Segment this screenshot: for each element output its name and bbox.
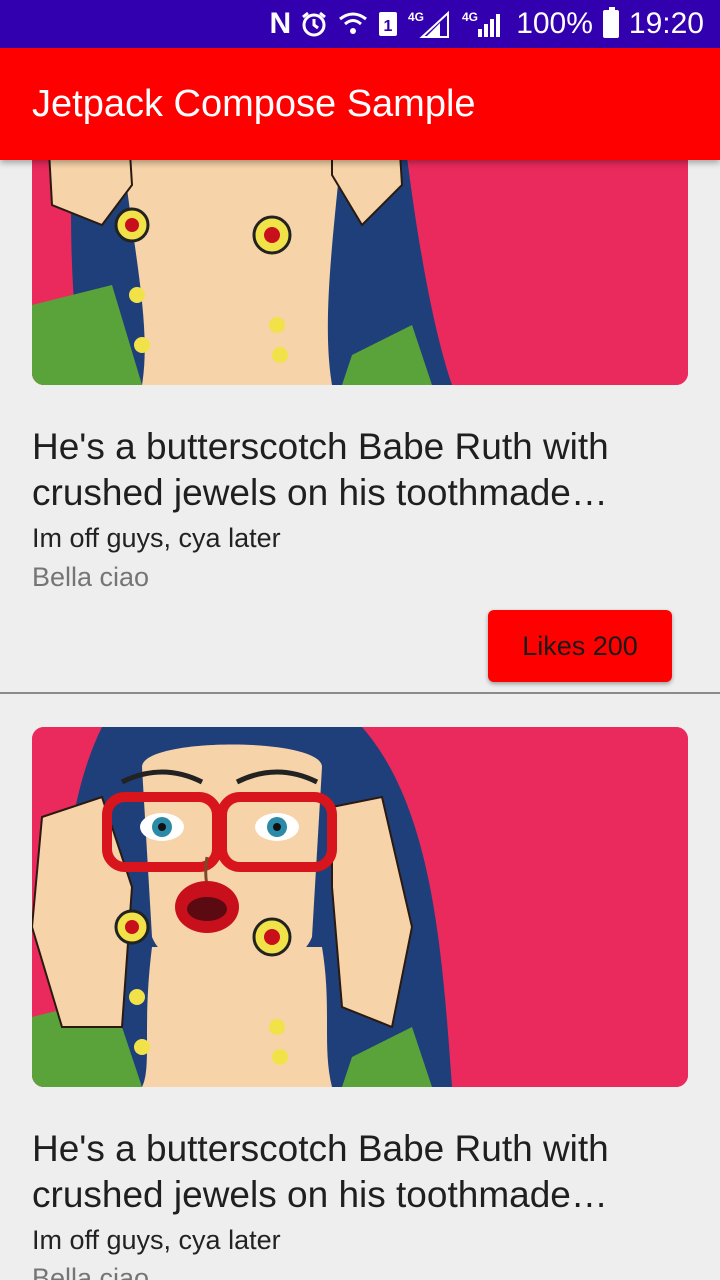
battery-percent: 100%	[516, 7, 593, 40]
alarm-icon	[300, 9, 328, 39]
post-title-line: He's a butterscotch Babe Ruth with	[32, 1128, 609, 1169]
svg-text:4G: 4G	[462, 10, 478, 24]
status-bar: N 1 4G 4G 100% 19:20	[0, 0, 720, 48]
app-title: Jetpack Compose Sample	[32, 82, 476, 125]
post-subtitle: Im off guys, cya later	[32, 1225, 281, 1255]
app-bar: Jetpack Compose Sample	[0, 48, 720, 160]
svg-text:4G: 4G	[408, 10, 424, 24]
svg-text:1: 1	[384, 18, 393, 35]
4g-signal-icon: 4G	[408, 9, 452, 39]
sim-1-icon: 1	[378, 9, 398, 39]
pop-art-woman-image	[32, 727, 688, 1087]
screen: He's a butterscotch Babe Ruth with crush…	[0, 0, 720, 1280]
post-divider	[0, 692, 720, 694]
n-notification-icon: N	[269, 7, 292, 40]
post-caption: Bella ciao	[32, 562, 150, 592]
post-caption: Bella ciao	[32, 1263, 150, 1280]
post-title-line: He's a butterscotch Babe Ruth with	[32, 426, 609, 467]
clock: 19:20	[628, 7, 704, 40]
post-title-line: crushed jewels on his toothmade…	[32, 1174, 608, 1215]
wifi-icon	[338, 9, 368, 39]
post-subtitle: Im off guys, cya later	[32, 523, 281, 553]
battery-icon	[602, 7, 619, 39]
4g-signal-icon: 4G	[462, 9, 506, 39]
post-image	[32, 727, 688, 1087]
likes-button[interactable]: Likes 200	[488, 610, 672, 682]
post-title: He's a butterscotch Babe Ruth with crush…	[32, 1126, 692, 1218]
post-title-line: crushed jewels on his toothmade…	[32, 472, 608, 513]
post-title: He's a butterscotch Babe Ruth with crush…	[32, 424, 692, 516]
